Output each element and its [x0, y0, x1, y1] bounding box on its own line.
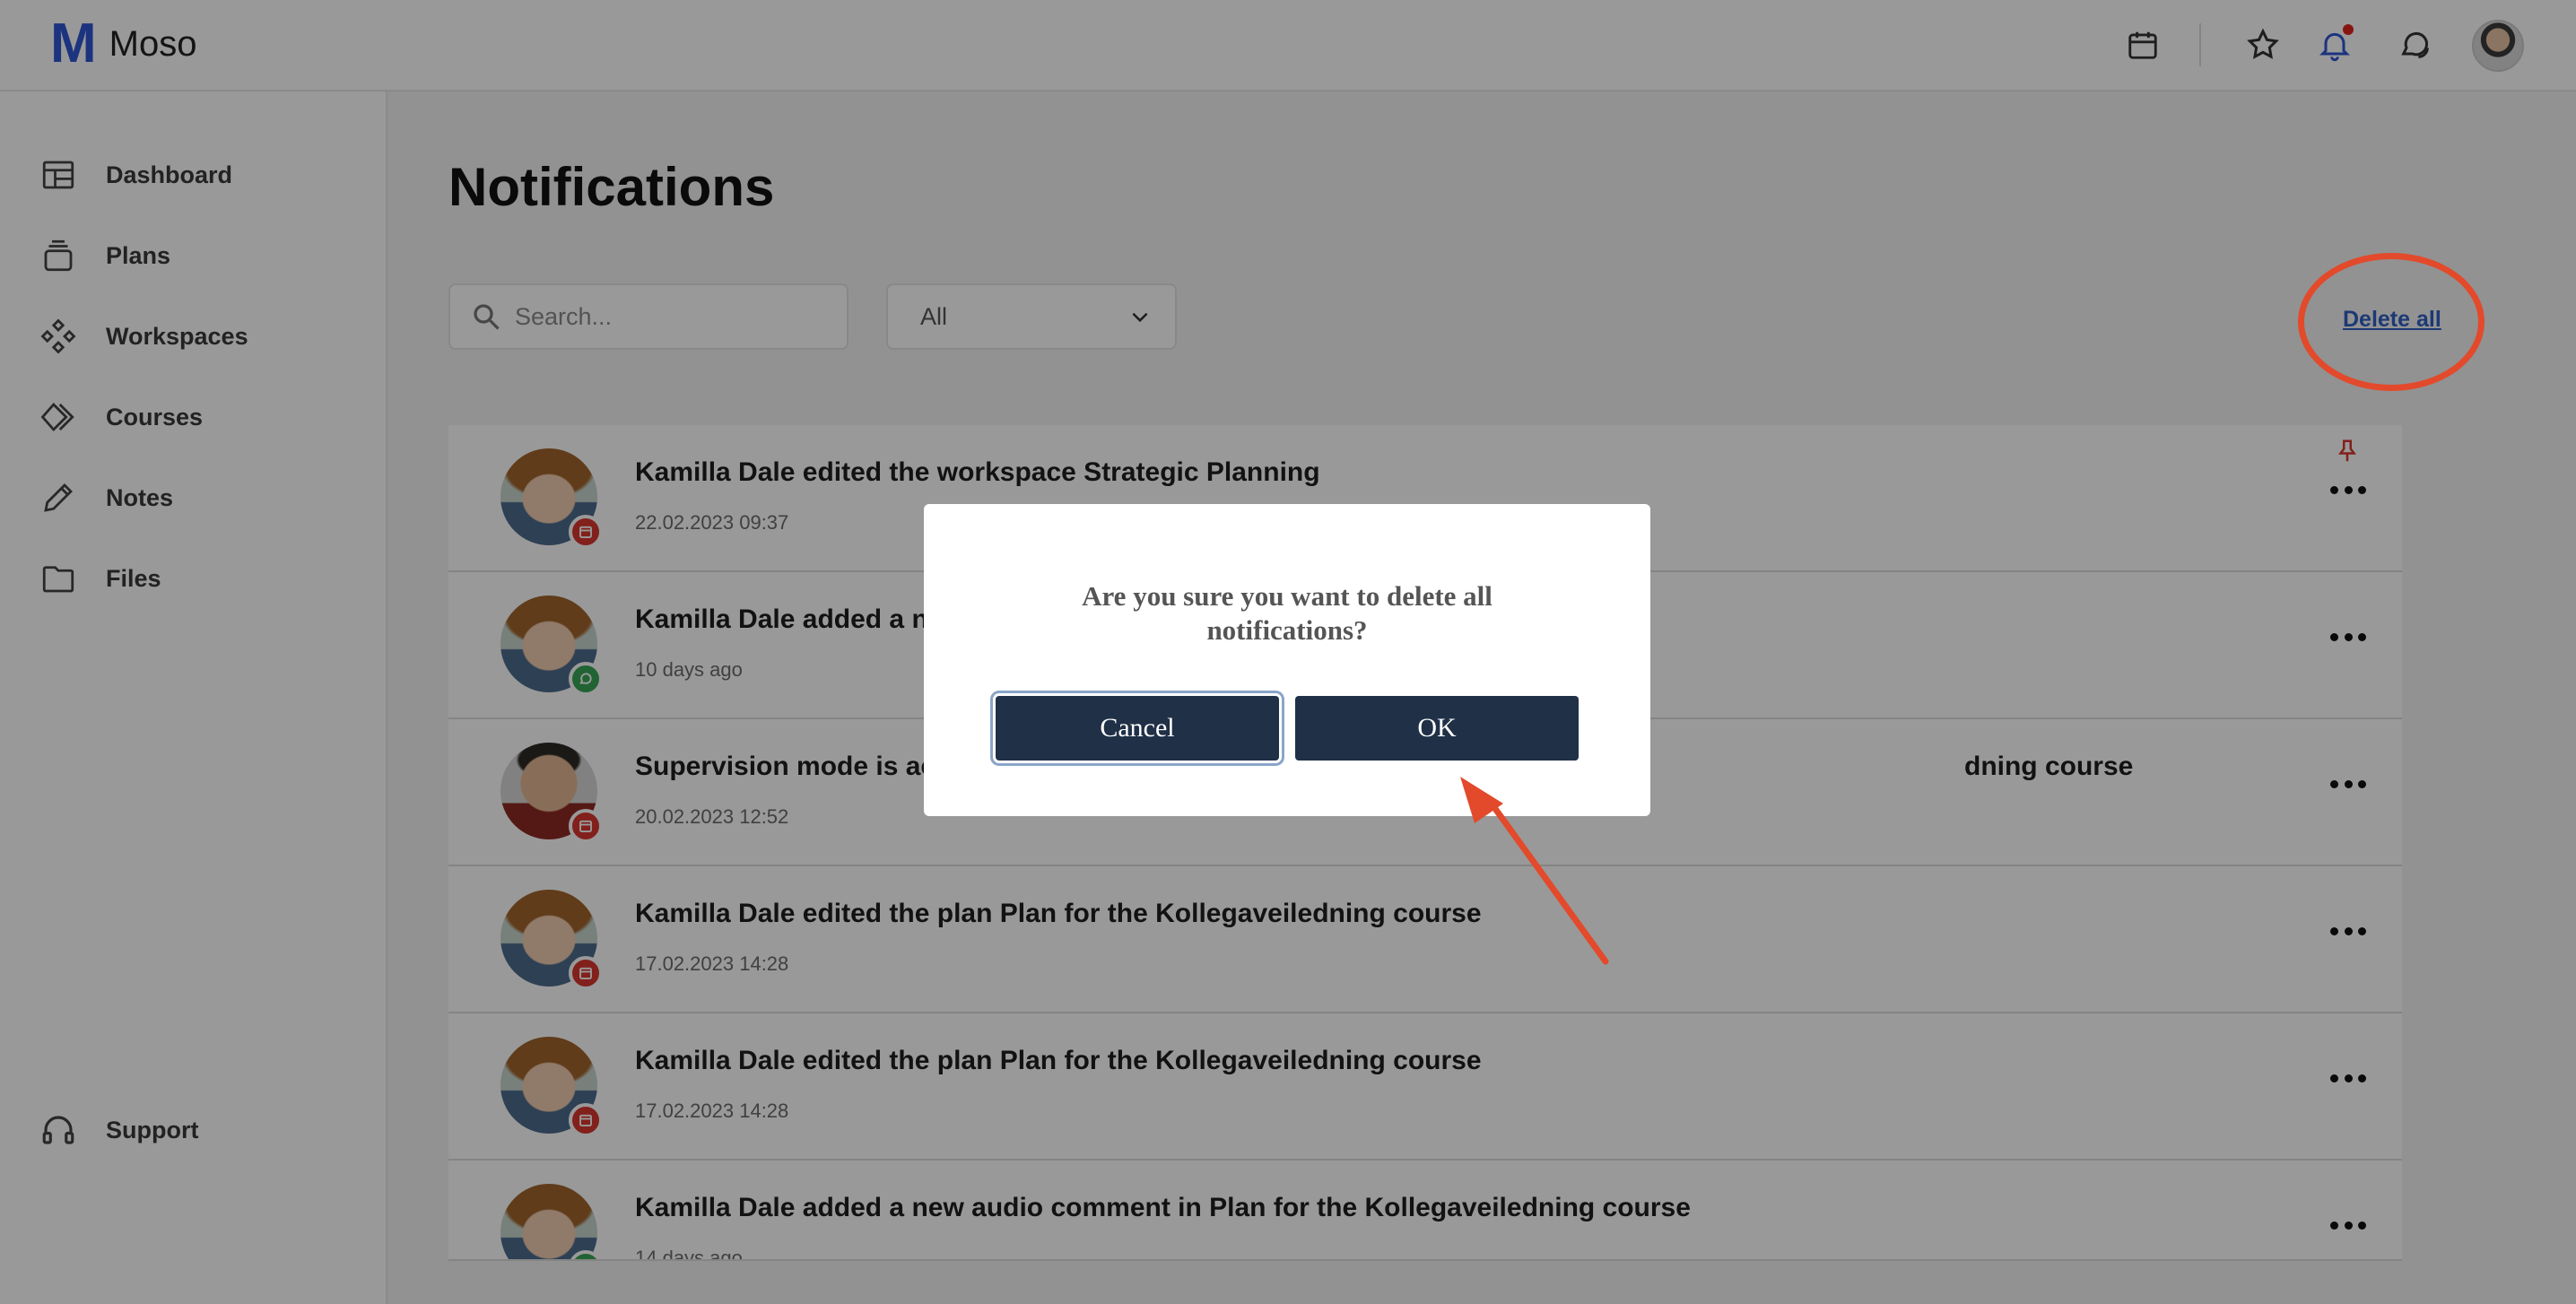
dialog-message: Are you sure you want to delete all noti… [1082, 580, 1493, 646]
confirm-dialog: Are you sure you want to delete all noti… [924, 504, 1650, 816]
cancel-button[interactable]: Cancel [996, 696, 1279, 761]
annotation-circle [2298, 253, 2485, 391]
ok-button[interactable]: OK [1295, 696, 1579, 761]
